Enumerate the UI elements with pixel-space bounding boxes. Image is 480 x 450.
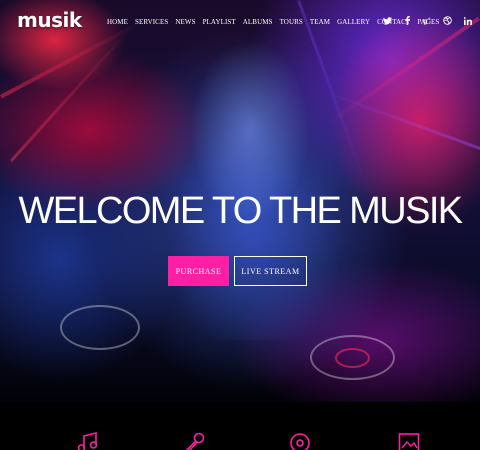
nav-item-albums[interactable]: ALBUMS bbox=[243, 18, 273, 26]
facebook-icon[interactable] bbox=[403, 16, 412, 25]
purchase-button[interactable]: PURCHASE bbox=[168, 256, 229, 286]
music-note-icon bbox=[77, 431, 99, 450]
nav-item-team[interactable]: TEAM bbox=[310, 18, 330, 26]
svg-text:+: + bbox=[428, 16, 431, 21]
vinyl-disc-icon bbox=[289, 432, 311, 450]
nav-item-home[interactable]: HOME bbox=[107, 18, 128, 26]
stage-light-beam bbox=[322, 16, 480, 129]
live-stream-button[interactable]: LIVE STREAM bbox=[234, 256, 307, 286]
nav-item-playlist[interactable]: PLAYLIST bbox=[203, 18, 236, 26]
social-links: g + bbox=[383, 16, 472, 25]
nav-item-news[interactable]: NEWS bbox=[175, 18, 195, 26]
nav-item-gallery[interactable]: GALLERY bbox=[337, 18, 370, 26]
svg-text:g: g bbox=[423, 18, 428, 25]
google-plus-icon[interactable]: g + bbox=[423, 16, 432, 25]
turntable-left bbox=[60, 305, 140, 350]
turntable-right-center bbox=[335, 348, 370, 368]
nav-item-tours[interactable]: TOURS bbox=[280, 18, 303, 26]
dribbble-icon[interactable] bbox=[443, 16, 452, 25]
nav-item-services[interactable]: SERVICES bbox=[135, 18, 168, 26]
microphone-icon bbox=[184, 432, 206, 450]
features-section bbox=[0, 402, 480, 450]
twitter-icon[interactable] bbox=[383, 16, 392, 25]
linkedin-icon[interactable] bbox=[463, 16, 472, 25]
hero-headline: WELCOME TO THE MUSIK bbox=[18, 190, 463, 232]
stage-light-beam bbox=[10, 26, 133, 163]
picture-icon bbox=[398, 432, 420, 450]
site-logo[interactable]: musik bbox=[17, 8, 82, 32]
stage-light-beam bbox=[320, 89, 480, 150]
